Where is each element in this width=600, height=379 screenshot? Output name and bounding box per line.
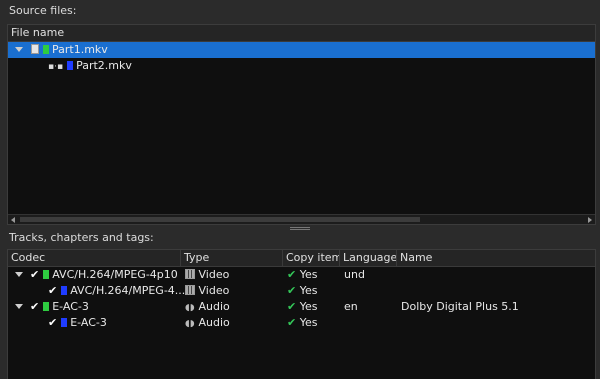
scroll-left-icon[interactable] — [11, 217, 15, 223]
track-copy: Yes — [299, 300, 318, 313]
track-codec: E-AC-3 — [70, 316, 107, 329]
track-copy: Yes — [299, 284, 318, 297]
blue-marker-icon — [60, 318, 67, 327]
check-mark-icon: ✔ — [287, 316, 297, 329]
checkbox-checked-icon[interactable]: ✔ — [48, 316, 57, 329]
track-codec: AVC/H.264/MPEG-4p10 — [52, 268, 178, 281]
check-mark-icon: ✔ — [287, 284, 297, 297]
checkbox-checked-icon[interactable]: ✔ — [30, 268, 39, 281]
track-language: en — [344, 300, 358, 313]
source-files-tree[interactable]: File name Part1.mkv ▪·▪ Part2.mkv — [7, 24, 596, 225]
green-marker-icon — [42, 45, 49, 54]
column-header-codec[interactable]: Codec — [8, 250, 181, 267]
track-codec: AVC/H.264/MPEG-4... — [70, 284, 186, 297]
film-icon — [185, 285, 195, 295]
file-row-part2[interactable]: ▪·▪ Part2.mkv — [8, 58, 595, 74]
file-name: Part2.mkv — [76, 59, 132, 72]
column-header-file-name[interactable]: File name — [8, 25, 595, 42]
blue-marker-icon — [60, 286, 67, 295]
column-header-copy-item[interactable]: Copy item — [283, 250, 340, 267]
horizontal-scrollbar[interactable] — [8, 214, 595, 224]
tracks-label: Tracks, chapters and tags: — [9, 231, 154, 244]
checkbox-checked-icon[interactable]: ✔ — [30, 300, 39, 313]
file-name: Part1.mkv — [52, 43, 108, 56]
track-row[interactable]: ✔ AVC/H.264/MPEG-4... Video ✔ Yes — [8, 283, 595, 299]
track-row[interactable]: ✔ E-AC-3 ◖◗ Audio ✔ Yes — [8, 315, 595, 331]
speaker-icon: ◖◗ — [185, 319, 195, 329]
track-copy: Yes — [299, 268, 318, 281]
scrollbar-thumb[interactable] — [20, 217, 420, 222]
track-type: Video — [198, 268, 230, 281]
column-header-type[interactable]: Type — [181, 250, 283, 267]
collapse-arrow-icon[interactable] — [15, 304, 23, 309]
green-marker-icon — [42, 270, 49, 279]
file-icon — [31, 44, 39, 54]
film-icon — [185, 269, 195, 279]
append-link-icon: ▪·▪ — [48, 62, 64, 72]
track-type: Audio — [198, 316, 230, 329]
track-copy: Yes — [299, 316, 318, 329]
scroll-right-icon[interactable] — [588, 217, 592, 223]
speaker-icon: ◖◗ — [185, 303, 195, 313]
check-mark-icon: ✔ — [287, 300, 297, 313]
green-marker-icon — [42, 302, 49, 311]
source-files-label: Source files: — [9, 4, 77, 17]
file-row-part1[interactable]: Part1.mkv — [8, 42, 595, 58]
column-header-name[interactable]: Name — [397, 250, 595, 267]
track-row[interactable]: ✔ AVC/H.264/MPEG-4p10 Video ✔ Yes und — [8, 267, 595, 283]
check-mark-icon: ✔ — [287, 268, 297, 281]
track-codec: E-AC-3 — [52, 300, 89, 313]
splitter-grip-icon[interactable] — [290, 227, 310, 230]
tracks-header: Codec Type Copy item Language Name — [8, 250, 595, 267]
tracks-tree[interactable]: Codec Type Copy item Language Name ✔ AVC… — [7, 249, 596, 379]
collapse-arrow-icon[interactable] — [15, 272, 23, 277]
track-name: Dolby Digital Plus 5.1 — [401, 300, 519, 313]
track-row[interactable]: ✔ E-AC-3 ◖◗ Audio ✔ Yes en Dolby Digital… — [8, 299, 595, 315]
track-type: Audio — [198, 300, 230, 313]
column-header-language[interactable]: Language — [340, 250, 397, 267]
track-language: und — [344, 268, 365, 281]
blue-marker-icon — [66, 61, 73, 70]
source-files-header: File name — [8, 25, 595, 42]
checkbox-checked-icon[interactable]: ✔ — [48, 284, 57, 297]
track-type: Video — [198, 284, 230, 297]
collapse-arrow-icon[interactable] — [15, 47, 23, 52]
